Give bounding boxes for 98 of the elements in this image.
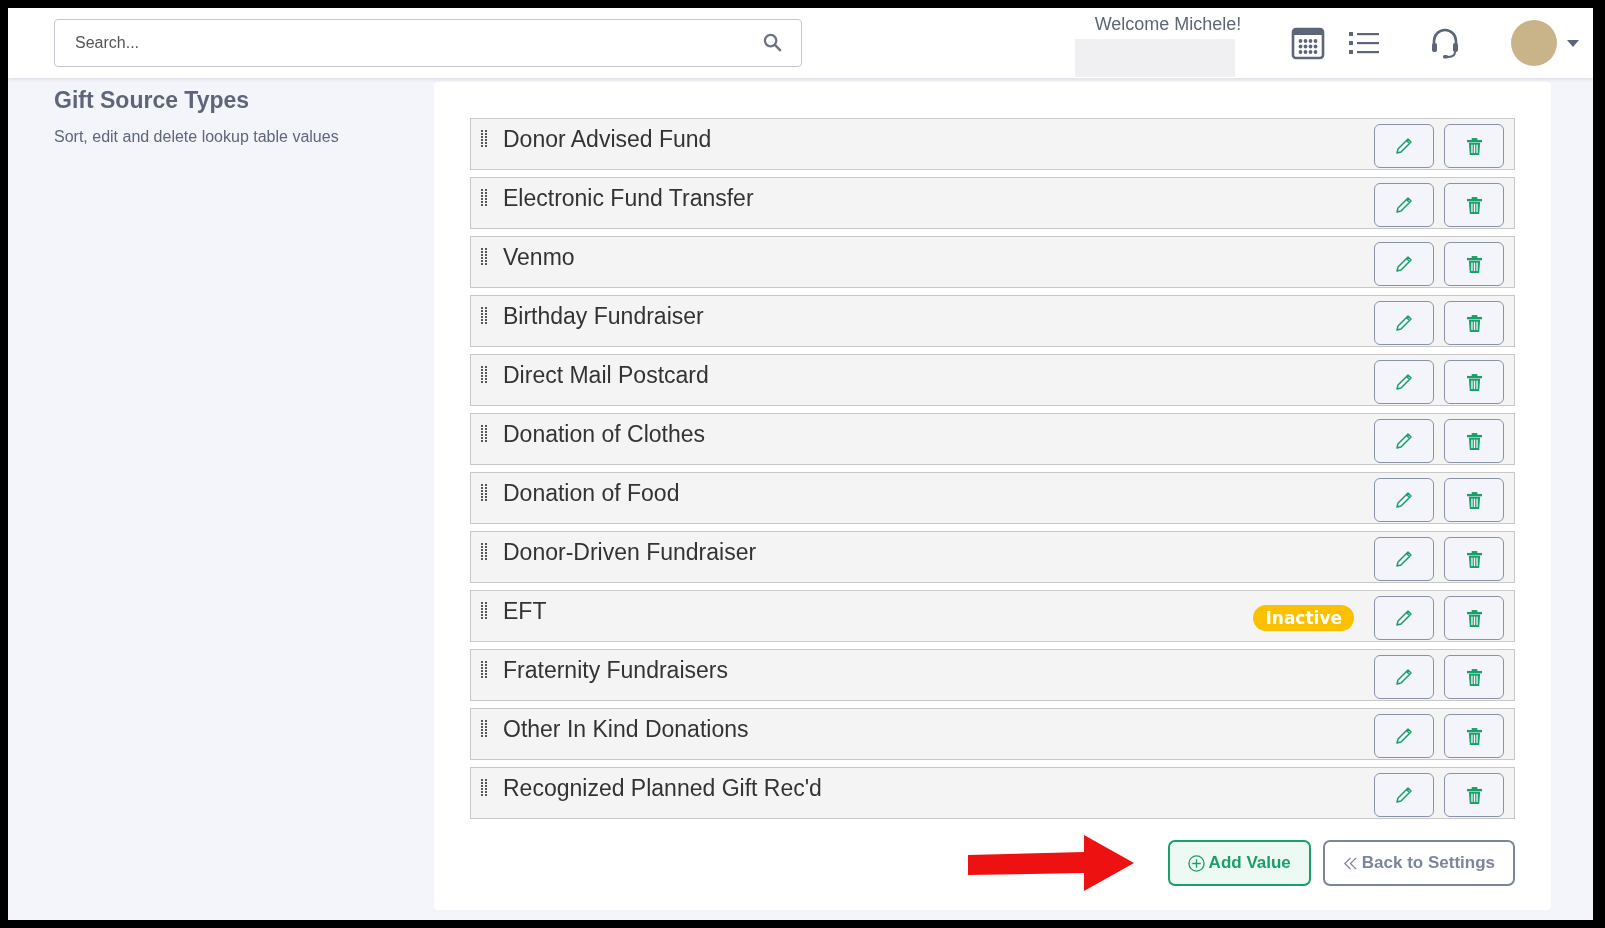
pencil-icon (1395, 373, 1413, 391)
drag-handle-icon[interactable] (481, 779, 487, 797)
status-badge: Inactive (1253, 605, 1354, 631)
list-row[interactable]: Birthday Fundraiser (470, 295, 1515, 347)
delete-button[interactable] (1444, 478, 1504, 522)
list-row[interactable]: Fraternity Fundraisers (470, 649, 1515, 701)
item-label: Fraternity Fundraisers (503, 657, 728, 684)
drag-handle-icon[interactable] (481, 130, 487, 148)
avatar[interactable] (1511, 20, 1557, 66)
drag-handle-icon[interactable] (481, 602, 487, 620)
item-label: Direct Mail Postcard (503, 362, 709, 389)
headset-icon[interactable] (1431, 27, 1459, 59)
pencil-icon (1395, 491, 1413, 509)
pencil-icon (1395, 137, 1413, 155)
delete-button[interactable] (1444, 242, 1504, 286)
item-label: Donation of Clothes (503, 421, 705, 448)
edit-button[interactable] (1374, 596, 1434, 640)
pencil-icon (1395, 727, 1413, 745)
item-label: Donor-Driven Fundraiser (503, 539, 757, 566)
list-row[interactable]: Other In Kind Donations (470, 708, 1515, 760)
item-label: Other In Kind Donations (503, 716, 749, 743)
drag-handle-icon[interactable] (481, 484, 487, 502)
item-label: Birthday Fundraiser (503, 303, 704, 330)
item-label: Recognized Planned Gift Rec'd (503, 775, 822, 802)
pencil-icon (1395, 550, 1413, 568)
trash-icon (1466, 727, 1482, 745)
pencil-icon (1395, 196, 1413, 214)
caret-icon[interactable] (1567, 39, 1579, 47)
delete-button[interactable] (1444, 124, 1504, 168)
list-row[interactable]: Electronic Fund Transfer (470, 177, 1515, 229)
item-label: Venmo (503, 244, 575, 271)
trash-icon (1466, 255, 1482, 273)
plus-circle-icon (1187, 854, 1205, 872)
item-label: Electronic Fund Transfer (503, 185, 754, 212)
trash-icon (1466, 432, 1482, 450)
back-to-settings-button[interactable]: Back to Settings (1322, 840, 1515, 886)
edit-button[interactable] (1374, 360, 1434, 404)
drag-handle-icon[interactable] (481, 543, 487, 561)
delete-button[interactable] (1444, 596, 1504, 640)
trash-icon (1466, 550, 1482, 568)
delete-button[interactable] (1444, 655, 1504, 699)
trash-icon (1466, 786, 1482, 804)
pencil-icon (1395, 314, 1413, 332)
calendar-icon[interactable] (1291, 26, 1325, 60)
delete-button[interactable] (1444, 183, 1504, 227)
item-label: Donation of Food (503, 480, 680, 507)
trash-icon (1466, 137, 1482, 155)
drag-handle-icon[interactable] (481, 189, 487, 207)
drag-handle-icon[interactable] (481, 720, 487, 738)
drag-handle-icon[interactable] (481, 661, 487, 679)
list-icon[interactable] (1349, 31, 1379, 55)
pencil-icon (1395, 786, 1413, 804)
item-label: EFT (503, 598, 547, 625)
trash-icon (1466, 373, 1482, 391)
trash-icon (1466, 491, 1482, 509)
delete-button[interactable] (1444, 773, 1504, 817)
edit-button[interactable] (1374, 537, 1434, 581)
delete-button[interactable] (1444, 301, 1504, 345)
drag-handle-icon[interactable] (481, 307, 487, 325)
double-chevron-icon (1342, 855, 1358, 871)
page-subtitle: Sort, edit and delete lookup table values (54, 128, 340, 146)
list-row[interactable]: Donor Advised Fund (470, 118, 1515, 170)
delete-button[interactable] (1444, 419, 1504, 463)
pencil-icon (1395, 668, 1413, 686)
edit-button[interactable] (1374, 419, 1434, 463)
edit-button[interactable] (1374, 714, 1434, 758)
drag-handle-icon[interactable] (481, 425, 487, 443)
list-row[interactable]: Donor-Driven Fundraiser (470, 531, 1515, 583)
pencil-icon (1395, 609, 1413, 627)
edit-button[interactable] (1374, 301, 1434, 345)
trash-icon (1466, 314, 1482, 332)
delete-button[interactable] (1444, 714, 1504, 758)
list-row[interactable]: EFT Inactive (470, 590, 1515, 642)
item-label: Donor Advised Fund (503, 126, 712, 153)
search-field[interactable]: Search... (54, 19, 802, 67)
edit-button[interactable] (1374, 773, 1434, 817)
trash-icon (1466, 196, 1482, 214)
edit-button[interactable] (1374, 124, 1434, 168)
list-row[interactable]: Recognized Planned Gift Rec'd (470, 767, 1515, 819)
edit-button[interactable] (1374, 242, 1434, 286)
welcome-text: Welcome Michele! (1094, 14, 1242, 35)
trash-icon (1466, 668, 1482, 686)
edit-button[interactable] (1374, 655, 1434, 699)
pencil-icon (1395, 432, 1413, 450)
search-icon[interactable] (763, 33, 782, 52)
page-title: Gift Source Types (54, 87, 251, 114)
delete-button[interactable] (1444, 360, 1504, 404)
edit-button[interactable] (1374, 478, 1434, 522)
drag-handle-icon[interactable] (481, 366, 487, 384)
list-row[interactable]: Venmo (470, 236, 1515, 288)
list-row[interactable]: Donation of Clothes (470, 413, 1515, 465)
list-row[interactable]: Direct Mail Postcard (470, 354, 1515, 406)
drag-handle-icon[interactable] (481, 248, 487, 266)
trash-icon (1466, 609, 1482, 627)
edit-button[interactable] (1374, 183, 1434, 227)
pencil-icon (1395, 255, 1413, 273)
list-row[interactable]: Donation of Food (470, 472, 1515, 524)
delete-button[interactable] (1444, 537, 1504, 581)
